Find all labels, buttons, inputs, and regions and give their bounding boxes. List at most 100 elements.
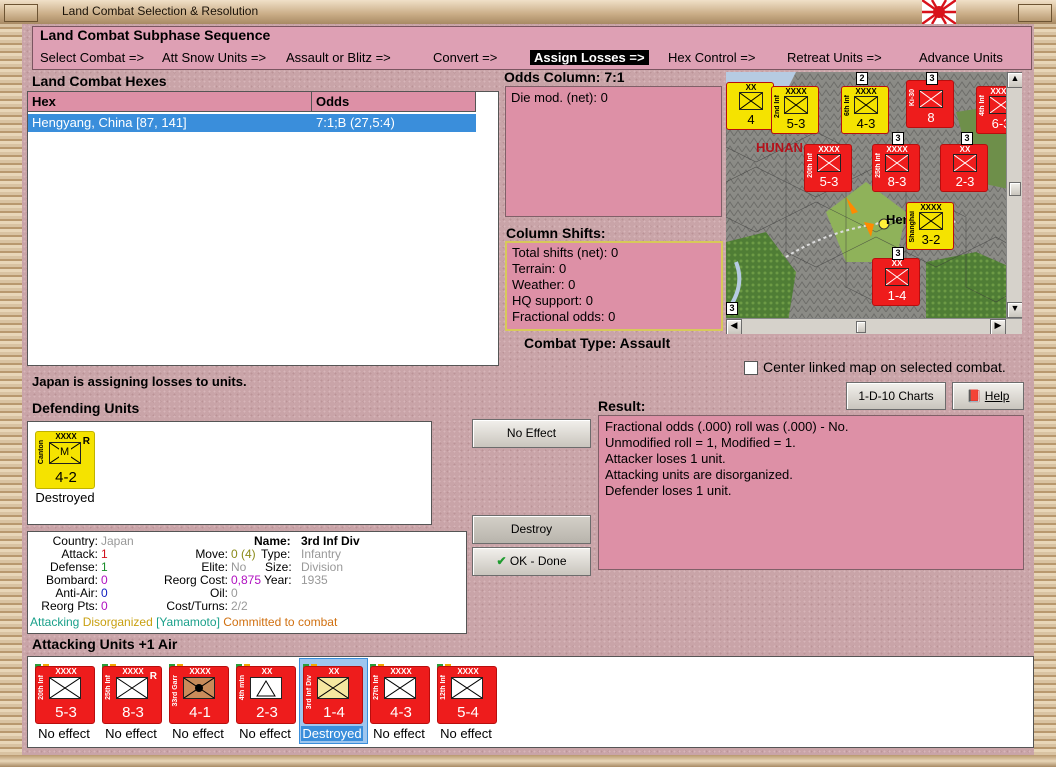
map-region-label: HUNAN — [756, 140, 803, 155]
column-header-odds[interactable]: Odds — [312, 92, 476, 112]
attacker-counter[interactable]: XXXX 20th Inf 5-3 — [35, 666, 95, 724]
attacker-caption: No effect — [373, 726, 425, 741]
map-counter[interactable]: Ki-30 8 — [906, 80, 954, 128]
attacker-counter[interactable]: XXXX 27th Inf 4-3 — [370, 666, 430, 724]
map-horizontal-scrollbar[interactable]: ◀ ▶ — [726, 318, 1022, 334]
attacker-caption: No effect — [38, 726, 90, 741]
scroll-right-arrow-icon[interactable]: ▶ — [990, 319, 1006, 334]
no-effect-button[interactable]: No Effect — [472, 419, 591, 448]
linked-map[interactable]: HUNAN Hengyang XX4XXXX2nd Inf5-3XXXX6th … — [726, 72, 1022, 334]
scroll-up-arrow-icon[interactable]: ▲ — [1007, 72, 1022, 88]
cost-turns-label: Cost/Turns: — [166, 599, 228, 613]
stack-count-badge: 3 — [892, 132, 904, 145]
window-menu-button[interactable] — [4, 4, 38, 22]
defender-letter: M — [60, 446, 70, 458]
map-counter[interactable]: XX 4 — [726, 82, 774, 130]
attacker-counter[interactable]: XXXX 25th Inf R 8-3 — [102, 666, 162, 724]
stack-count-badge: 2 — [856, 72, 868, 85]
infantry-symbol-icon — [885, 154, 909, 172]
map-counter[interactable]: XX 1-4 — [872, 258, 920, 306]
stack-count-badge: 3 — [892, 247, 904, 260]
rising-sun-flag-icon — [921, 0, 957, 25]
unit-symbol-icon — [116, 677, 148, 699]
sequence-step: Assault or Blitz => — [286, 50, 391, 65]
attacker-value: 5-4 — [457, 704, 479, 721]
map-counter-value: 1-4 — [887, 288, 907, 303]
attacker-caption: No effect — [105, 726, 157, 741]
map-counter[interactable]: XX 2-3 — [940, 144, 988, 192]
window-close-button[interactable] — [1018, 4, 1052, 22]
attacker-caption: No effect — [239, 726, 291, 741]
attacker-value: 4-3 — [390, 704, 412, 721]
tag-disorganized: Disorganized — [82, 615, 153, 629]
reorg-cost-value: 0,875 — [231, 573, 262, 587]
center-map-label: Center linked map on selected combat. — [763, 359, 1006, 375]
type-value: Infantry — [301, 547, 342, 561]
map-counter-value: 5-3 — [819, 174, 839, 189]
size-value: Division — [301, 560, 344, 574]
map-counter-size: XX — [959, 145, 971, 154]
scroll-horizontal-thumb[interactable] — [856, 321, 866, 333]
oil-value: 0 — [231, 586, 238, 600]
map-counter[interactable]: XXXX Shanghai 3-2 — [906, 202, 954, 250]
attacker-caption: Destroyed — [301, 726, 363, 741]
attacker-counter[interactable]: XXXX 33rd Garr 4-1 — [169, 666, 229, 724]
unit-symbol-icon — [384, 677, 416, 699]
map-counter-name: 2nd Inf — [774, 95, 781, 118]
sequence-step: Advance Units — [919, 50, 1003, 65]
unit-symbol-icon — [49, 677, 81, 699]
map-counter-value: 4 — [747, 112, 755, 127]
sequence-step: Hex Control => — [668, 50, 756, 65]
ok-done-button[interactable]: ✔ OK - Done — [472, 547, 591, 576]
map-counter[interactable]: XXXX 20th Inf 5-3 — [804, 144, 852, 192]
defender-counter[interactable]: XXXX Canton R M 4-2 — [35, 431, 95, 489]
table-row[interactable]: Hengyang, China [87, 141] 7:1;B (27,5:4) — [28, 114, 476, 132]
infantry-symbol-icon — [885, 268, 909, 286]
check-icon: ✔ — [496, 554, 507, 568]
country-value: Japan — [101, 534, 134, 548]
destroy-button[interactable]: Destroy — [472, 515, 591, 544]
unit-symbol-icon — [183, 677, 215, 699]
shift-fractional: Fractional odds: 0 — [512, 309, 616, 324]
scroll-vertical-thumb[interactable] — [1009, 182, 1021, 196]
attacker-counter[interactable]: XX 3rd Inf Div 1-4 — [303, 666, 363, 724]
help-button[interactable]: 📕 Help — [952, 382, 1024, 410]
scroll-left-arrow-icon[interactable]: ◀ — [726, 319, 742, 334]
bottom-frame — [0, 755, 1056, 767]
result-line: Unmodified roll = 1, Modified = 1. — [605, 435, 796, 450]
unit-details-panel: Country: Japan Attack: 1 Defense: 1 Bomb… — [27, 531, 467, 634]
map-counter-name: Ki-30 — [909, 89, 916, 107]
column-header-hex[interactable]: Hex — [28, 92, 312, 112]
attacker-size: XXXX — [55, 667, 77, 676]
elite-value: No — [231, 560, 247, 574]
sequence-title: Land Combat Subphase Sequence — [40, 27, 271, 43]
name-value: 3rd Inf Div — [301, 534, 360, 548]
year-label: Year: — [264, 573, 292, 587]
charts-button[interactable]: 1-D-10 Charts — [846, 382, 946, 410]
attacker-name: 25th Inf — [105, 675, 112, 700]
attacker-counter[interactable]: XX 4th mtn 2-3 — [236, 666, 296, 724]
sequence-step: Retreat Units => — [787, 50, 882, 65]
elite-label: Elite: — [201, 560, 228, 574]
scroll-down-arrow-icon[interactable]: ▼ — [1007, 302, 1022, 318]
sequence-step: Select Combat => — [40, 50, 145, 65]
attack-label: Attack: — [61, 547, 98, 561]
map-counter[interactable]: XXXX 6th Inf 4-3 — [841, 86, 889, 134]
map-counter[interactable]: XXXX 25th Inf 8-3 — [872, 144, 920, 192]
attacker-caption: No effect — [172, 726, 224, 741]
center-map-checkbox[interactable] — [744, 361, 758, 375]
hexes-table: Hex Odds Hengyang, China [87, 141] 7:1;B… — [27, 91, 499, 366]
map-counter-value: 3-2 — [921, 232, 941, 247]
attacker-size: XX — [261, 667, 273, 676]
move-value: 0 (4) — [231, 547, 256, 561]
map-vertical-scrollbar[interactable]: ▲ ▼ — [1006, 72, 1022, 318]
attacker-name: 27th Inf — [373, 675, 380, 700]
defense-label: Defense: — [49, 560, 98, 574]
map-counter-name: 6th Inf — [844, 95, 851, 116]
year-value: 1935 — [301, 573, 328, 587]
odds-panel: Die mod. (net): 0 — [505, 86, 722, 217]
left-frame — [0, 24, 22, 767]
attacker-counter[interactable]: XXXX 12th Inf 5-4 — [437, 666, 497, 724]
die-mod-text: Die mod. (net): 0 — [511, 90, 608, 105]
map-counter[interactable]: XXXX 2nd Inf 5-3 — [771, 86, 819, 134]
